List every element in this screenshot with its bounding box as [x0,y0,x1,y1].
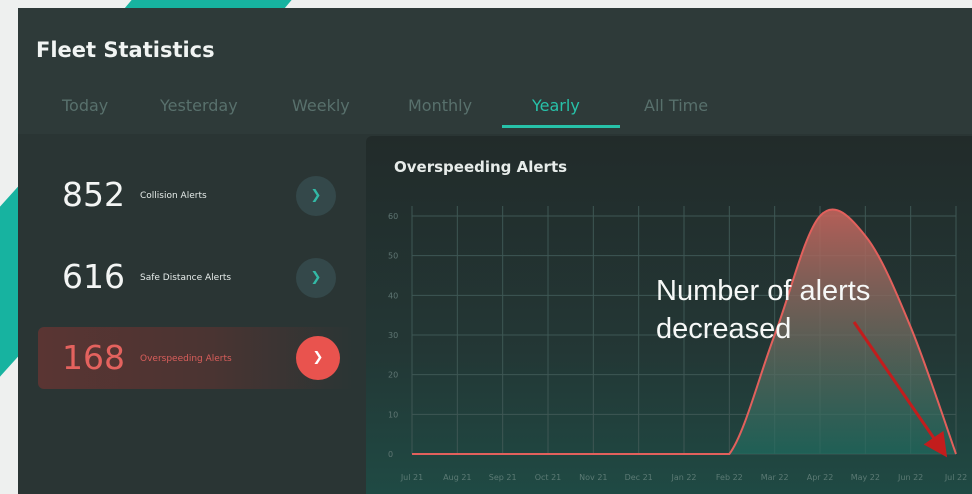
panel-header: Fleet Statistics Today Yesterday Weekly … [18,8,972,134]
x-tick-label: Aug 21 [443,473,471,482]
y-tick-label: 50 [388,252,398,261]
chevron-right-icon[interactable]: ❯ [296,176,336,216]
stat-label: Safe Distance Alerts [140,273,232,283]
tab-all-time[interactable]: All Time [644,96,708,115]
x-tick-label: Sep 21 [489,473,517,482]
x-tick-label: Oct 21 [535,473,562,482]
x-tick-label: Jul 22 [944,473,967,482]
x-tick-label: Feb 22 [716,473,743,482]
x-tick-label: Jun 22 [897,473,923,482]
y-tick-label: 10 [388,410,398,419]
fleet-statistics-panel: Fleet Statistics Today Yesterday Weekly … [18,8,972,494]
stat-value: 616 [62,257,125,296]
chevron-right-icon[interactable]: ❯ [296,258,336,298]
period-tabs: Today Yesterday Weekly Monthly Yearly Al… [18,96,972,134]
chart-annotation: Number of alerts decreased [656,275,871,345]
y-tick-label: 20 [388,371,398,380]
x-tick-label: Mar 22 [761,473,789,482]
stat-safe-distance-alerts[interactable]: 616 Safe Distance Alerts ❯ [38,246,354,308]
active-tab-indicator [502,125,620,128]
x-tick-label: Apr 22 [807,473,834,482]
stat-overspeeding-alerts[interactable]: 168 Overspeeding Alerts ❯ [38,327,354,389]
overspeeding-chart-card: 0 10 20 30 40 50 60 Jul 21 Aug 21 Sep 21 Oct 21 Nov… [366,136,972,494]
tab-today[interactable]: Today [62,96,108,115]
x-tick-label: Jul 21 [400,473,423,482]
stat-value: 852 [62,175,125,214]
stat-collision-alerts[interactable]: 852 Collision Alerts ❯ [38,164,354,226]
chart-title: Overspeeding Alerts [394,158,568,176]
x-tick-label: Jan 22 [670,473,696,482]
x-tick-label: May 22 [851,473,880,482]
chevron-right-icon[interactable]: ❯ [296,336,340,380]
y-tick-label: 60 [388,212,398,221]
tab-weekly[interactable]: Weekly [292,96,350,115]
tab-monthly[interactable]: Monthly [408,96,472,115]
tab-yesterday[interactable]: Yesterday [160,96,238,115]
y-tick-label: 0 [388,450,393,459]
stat-label: Collision Alerts [140,191,207,201]
y-tick-label: 30 [388,331,398,340]
page-title: Fleet Statistics [36,38,215,62]
y-tick-label: 40 [388,291,398,300]
stat-label: Overspeeding Alerts [140,354,232,364]
x-tick-label: Dec 21 [625,473,653,482]
stat-value: 168 [62,338,125,377]
tab-yearly[interactable]: Yearly [532,96,580,115]
x-tick-label: Nov 21 [579,473,607,482]
